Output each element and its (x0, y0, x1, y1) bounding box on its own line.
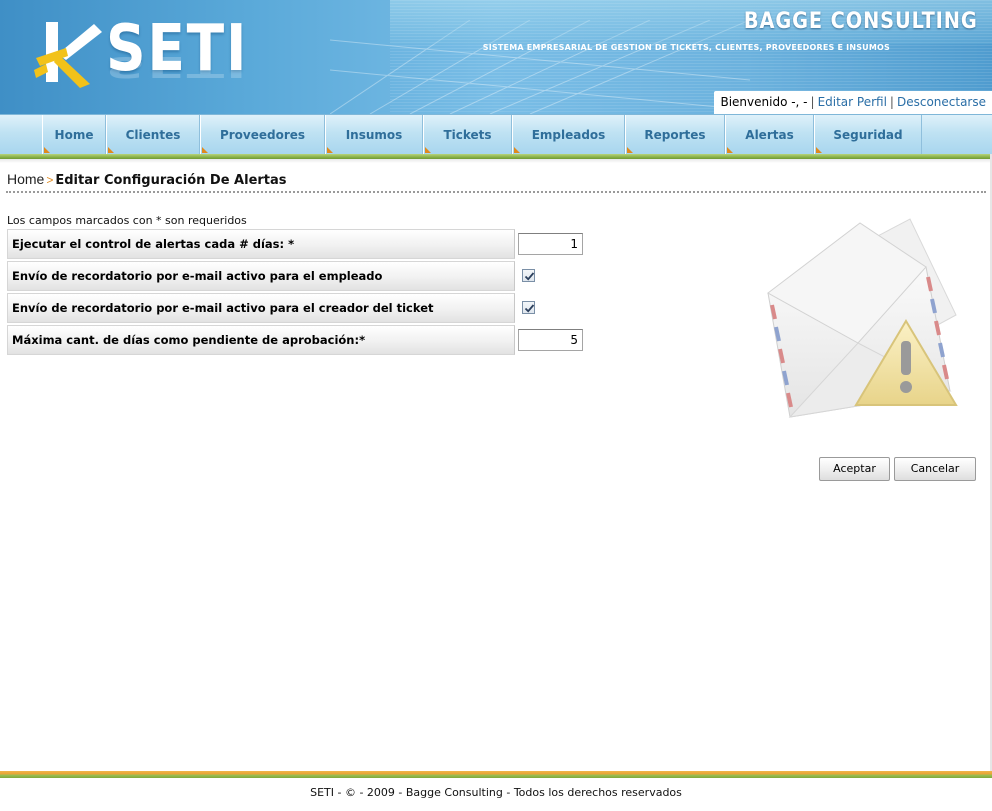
nav-item-label: Clientes (125, 128, 181, 142)
logout-link[interactable]: Desconectarse (897, 95, 986, 109)
field-label: Envío de recordatorio por e-mail activo … (12, 269, 383, 283)
required-fields-note: Los campos marcados con * son requeridos (7, 214, 247, 227)
nav-item-insumos[interactable]: Insumos (325, 115, 423, 154)
form-row-creator-email: Envío de recordatorio por e-mail activo … (7, 293, 515, 323)
checkmark-icon (524, 272, 535, 281)
creator-email-checkbox[interactable] (522, 301, 535, 314)
breadcrumb: Home > Editar Configuración De Alertas (7, 171, 287, 188)
nav-item-home[interactable]: Home (42, 115, 106, 154)
alert-interval-input[interactable] (518, 233, 583, 255)
welcome-text: Bienvenido -, - (720, 95, 808, 109)
breadcrumb-divider (6, 191, 986, 193)
seti-logo-mark-icon (34, 22, 102, 88)
cancel-button[interactable]: Cancelar (894, 457, 976, 481)
logo-reflection: SETI (106, 49, 249, 83)
main-nav: Home Clientes Proveedores Insumos Ticket… (0, 114, 992, 154)
page-title: Editar Configuración De Alertas (55, 173, 287, 188)
breadcrumb-arrow-icon: > (46, 173, 54, 187)
envelope-warning-icon (767, 218, 958, 418)
nav-item-tickets[interactable]: Tickets (423, 115, 512, 154)
nav-item-label: Home (54, 128, 94, 142)
form-row-employee-email: Envío de recordatorio por e-mail activo … (7, 261, 515, 291)
nav-item-reportes[interactable]: Reportes (625, 115, 725, 154)
company-tagline: SISTEMA EMPRESARIAL DE GESTION DE TICKET… (482, 43, 890, 52)
separator: | (889, 95, 894, 109)
nav-item-empleados[interactable]: Empleados (512, 115, 625, 154)
nav-item-clientes[interactable]: Clientes (106, 115, 200, 154)
edit-profile-link[interactable]: Editar Perfil (818, 95, 887, 109)
nav-item-proveedores[interactable]: Proveedores (200, 115, 325, 154)
nav-item-label: Insumos (345, 128, 403, 142)
nav-item-alertas[interactable]: Alertas (725, 115, 814, 154)
form-row-alert-interval: Ejecutar el control de alertas cada # dí… (7, 229, 515, 259)
nav-item-label: Alertas (745, 128, 794, 142)
company-name: BAGGE CONSULTING (744, 9, 978, 34)
footer-accent-bar (0, 771, 992, 778)
max-pending-days-input[interactable] (518, 329, 583, 351)
footer-text: SETI - © - 2009 - Bagge Consulting - Tod… (310, 786, 682, 799)
corner-marker-icon (327, 147, 333, 153)
corner-marker-icon (514, 147, 520, 153)
separator: | (810, 95, 815, 109)
field-label: Envío de recordatorio por e-mail activo … (12, 301, 434, 315)
nav-item-label: Tickets (443, 128, 492, 142)
breadcrumb-home[interactable]: Home (7, 171, 44, 187)
nav-item-label: Seguridad (833, 128, 903, 142)
field-label: Ejecutar el control de alertas cada # dí… (12, 237, 295, 251)
corner-marker-icon (816, 147, 822, 153)
nav-item-label: Empleados (531, 128, 606, 142)
nav-item-label: Reportes (644, 128, 706, 142)
corner-marker-icon (627, 147, 633, 153)
welcome-bar: Bienvenido -, - | Editar Perfil | Desconecta… (714, 91, 992, 114)
employee-email-checkbox[interactable] (522, 269, 535, 282)
form-row-max-pending-days: Máxima cant. de días como pendiente de a… (7, 325, 515, 355)
corner-marker-icon (727, 147, 733, 153)
corner-marker-icon (44, 147, 50, 153)
corner-marker-icon (202, 147, 208, 153)
nav-item-seguridad[interactable]: Seguridad (814, 115, 922, 154)
accept-button[interactable]: Aceptar (819, 457, 890, 481)
corner-marker-icon (108, 147, 114, 153)
field-label: Máxima cant. de días como pendiente de a… (12, 333, 366, 347)
footer: SETI - © - 2009 - Bagge Consulting - Tod… (0, 778, 992, 811)
corner-marker-icon (425, 147, 431, 153)
checkmark-icon (524, 304, 535, 313)
header: SETI SETI BAGGE CONSULTING SISTEMA EMPRE… (0, 0, 992, 114)
nav-item-label: Proveedores (219, 128, 306, 142)
nav-shadow (0, 159, 992, 163)
